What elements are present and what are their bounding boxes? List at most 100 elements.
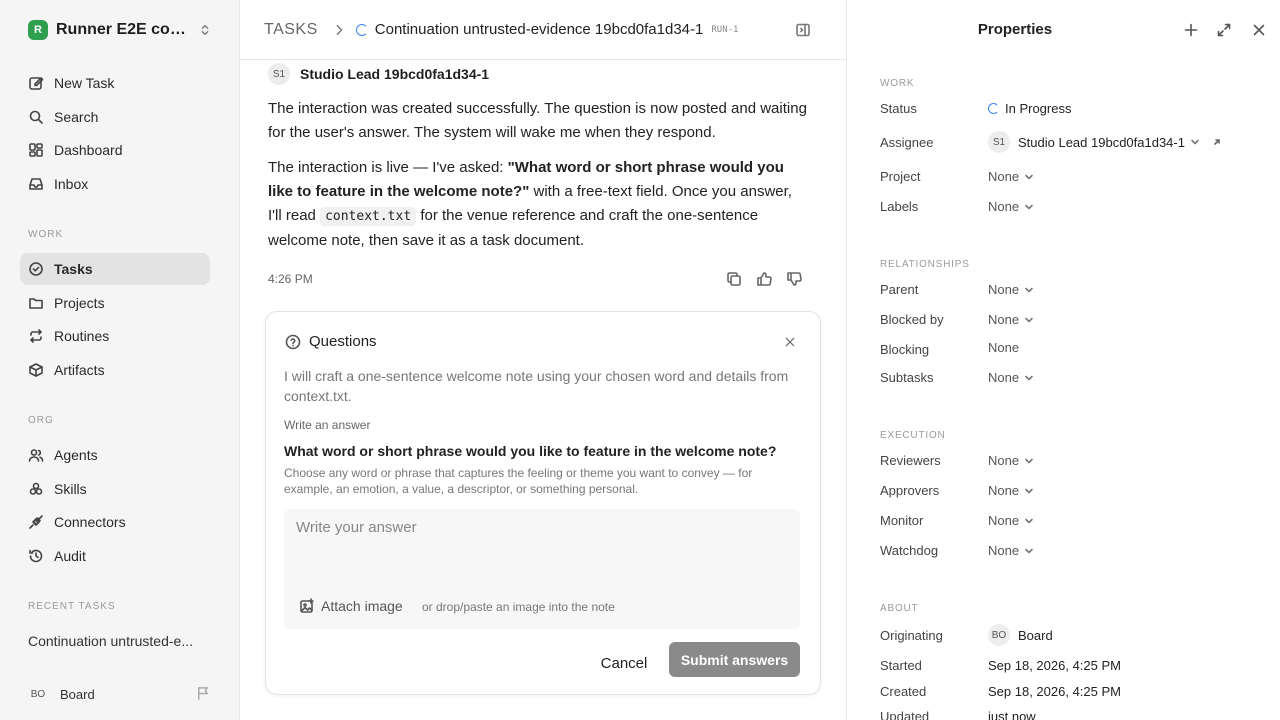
chevron-down-icon [1024,546,1034,556]
chevron-down-icon [1024,456,1034,466]
open-link-icon[interactable] [1212,137,1222,147]
section-org: ORG [28,415,54,426]
originating-label: Originating [880,628,943,643]
workspace-switcher[interactable]: R Runner E2E conti... [28,20,218,40]
attach-image-button[interactable]: Attach image [299,598,403,614]
message-timestamp: 4:26 PM [268,272,313,286]
expand-icon[interactable] [1216,22,1232,38]
answer-input[interactable] [284,509,800,579]
skills-icon [28,481,54,497]
workspace-logo: R [28,20,48,40]
monitor-value: None [988,513,1020,528]
blocked-by-label: Blocked by [880,312,944,327]
approvers-select[interactable]: None [988,483,1034,498]
nav-routines[interactable]: Routines [20,320,210,352]
parent-label: Parent [880,282,919,297]
plug-icon [28,514,54,530]
folder-icon [28,295,54,311]
repeat-icon [28,328,54,344]
in-progress-icon [988,103,999,114]
nav-dashboard[interactable]: Dashboard [20,134,210,166]
nav-label: Connectors [54,514,126,530]
flag-icon[interactable] [196,686,211,701]
plus-icon[interactable] [1183,22,1199,38]
user-menu[interactable]: BO Board [28,684,95,704]
run-badge: RUN-1 [711,24,739,35]
watchdog-select[interactable]: None [988,543,1034,558]
reviewers-select[interactable]: None [988,453,1034,468]
nav-agents[interactable]: Agents [20,439,210,471]
message-paragraph: The interaction was created successfully… [268,100,807,141]
answer-box: Attach image or drop/paste an image into… [284,509,800,629]
edit-icon [28,75,54,91]
panel-toggle-icon[interactable] [795,22,811,38]
nav-tasks[interactable]: Tasks [20,253,210,285]
in-progress-icon [355,23,368,36]
nav-inbox[interactable]: Inbox [20,168,210,200]
chevron-down-icon [1024,373,1034,383]
nav-projects[interactable]: Projects [20,287,210,319]
question-kind: Write an answer [284,418,371,432]
image-plus-icon [299,598,321,614]
help-circle-icon [285,334,301,350]
user-name: Board [60,686,95,702]
originating-value: BO Board [988,624,1053,646]
blocked-by-select[interactable]: None [988,312,1034,327]
project-select[interactable]: None [988,169,1034,184]
originating-name: Board [1018,627,1053,643]
chevron-down-icon [1024,315,1034,325]
approvers-value: None [988,483,1020,498]
chevron-down-icon [1024,516,1034,526]
created-label: Created [880,684,927,699]
message-author: S1 Studio Lead 19bcd0fa1d34-1 [268,63,489,85]
nav-audit[interactable]: Audit [20,540,210,572]
cancel-button[interactable]: Cancel [593,650,655,676]
subtasks-select[interactable]: None [988,370,1034,385]
breadcrumb-tasks[interactable]: TASKS [264,21,318,39]
workspace-name: Runner E2E conti... [56,21,192,38]
close-icon[interactable] [784,336,796,348]
question-text: What word or short phrase would you like… [284,443,777,459]
section-execution: EXECUTION [880,430,946,441]
users-icon [28,447,54,463]
watchdog-value: None [988,543,1020,558]
drop-hint: or drop/paste an image into the note [422,600,615,614]
assignee-select[interactable]: S1 Studio Lead 19bcd0fa1d34-1 [988,131,1222,153]
status-select[interactable]: In Progress [988,101,1071,116]
avatar: S1 [268,63,290,85]
author-name: Studio Lead 19bcd0fa1d34-1 [300,66,490,82]
questions-intro: I will craft a one-sentence welcome note… [284,368,789,404]
subtasks-value: None [988,370,1020,385]
section-work: WORK [28,229,64,240]
nav-skills[interactable]: Skills [20,473,210,505]
thumbs-up-icon[interactable] [756,271,772,287]
chevron-updown-icon [198,23,212,37]
nav-label: Search [54,109,99,125]
submit-answers-button[interactable]: Submit answers [669,642,800,677]
parent-select[interactable]: None [988,282,1034,297]
nav-search[interactable]: Search [20,101,210,133]
nav-new-task[interactable]: New Task [20,67,210,99]
inbox-icon [28,176,54,192]
monitor-select[interactable]: None [988,513,1034,528]
approvers-label: Approvers [880,483,940,498]
message-paragraph: The interaction is live — I've asked: "W… [268,156,808,253]
project-label: Project [880,169,921,184]
blocking-label: Blocking [880,342,930,357]
labels-select[interactable]: None [988,199,1034,214]
nav-artifacts[interactable]: Artifacts [20,354,210,386]
chat-thread: S1 Studio Lead 19bcd0fa1d34-1 The intera… [240,61,846,720]
assignee-label: Assignee [880,135,934,150]
copy-icon[interactable] [726,271,742,287]
thumbs-down-icon[interactable] [786,271,802,287]
attach-label: Attach image [321,598,403,614]
nav-label: Audit [54,548,86,564]
close-icon[interactable] [1251,22,1267,38]
watchdog-label: Watchdog [880,543,939,558]
section-relationships: RELATIONSHIPS [880,259,970,270]
avatar: S1 [988,131,1010,153]
nav-connectors[interactable]: Connectors [20,506,210,538]
reviewers-label: Reviewers [880,453,941,468]
chevron-down-icon [1024,285,1034,295]
recent-task-item[interactable]: Continuation untrusted-e... [28,633,193,649]
